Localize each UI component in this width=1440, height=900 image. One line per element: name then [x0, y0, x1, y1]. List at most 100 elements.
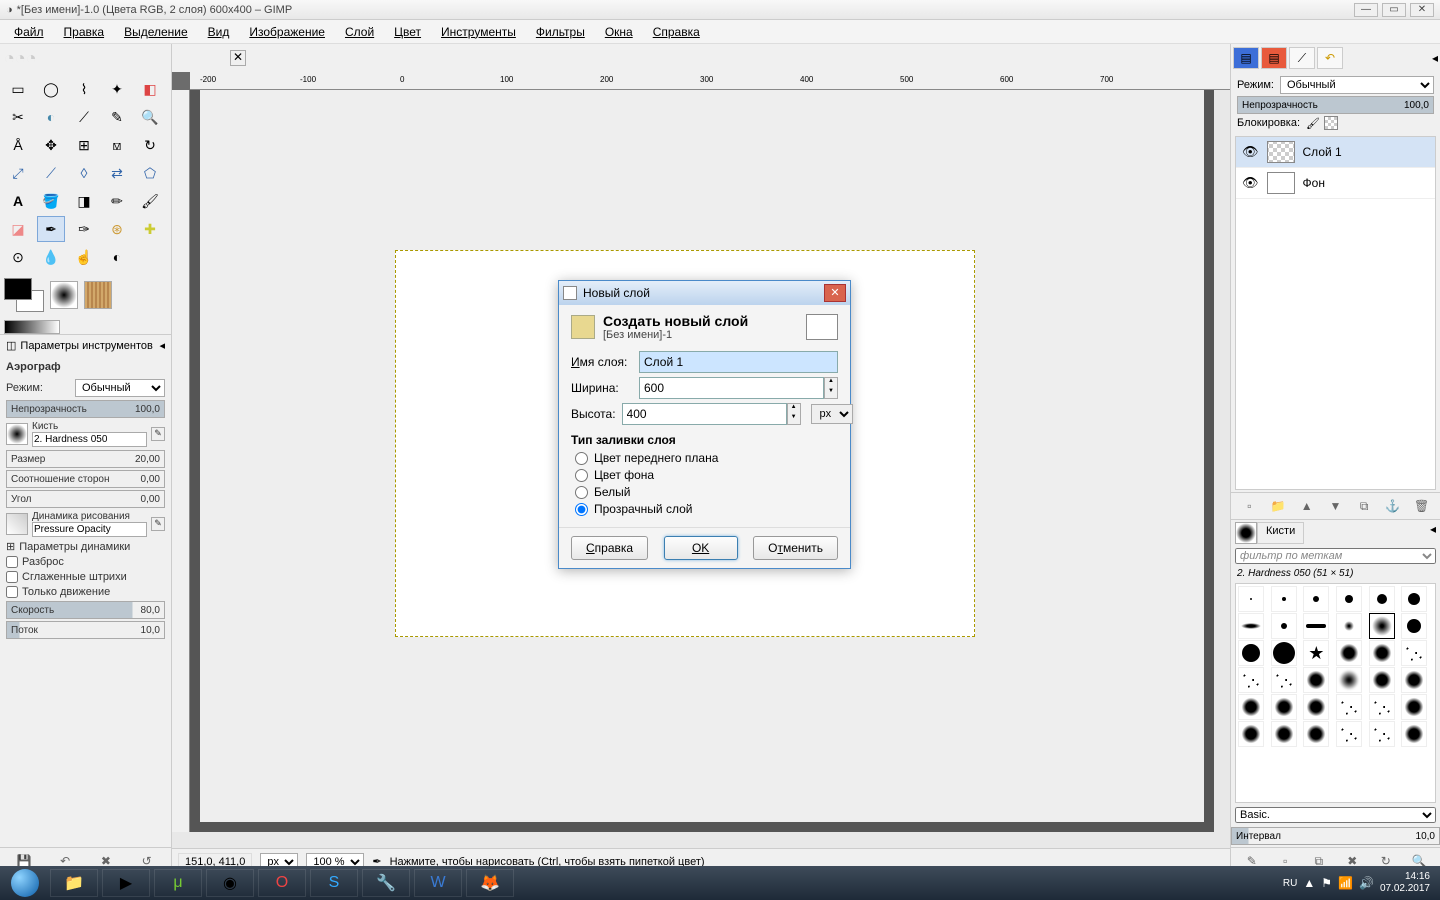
brush-item[interactable] [1336, 640, 1362, 666]
pencil-tool[interactable]: ✏ [103, 188, 131, 214]
brush-item[interactable] [1271, 721, 1297, 747]
layer-opacity-slider[interactable]: Непрозрачность100,0 [1237, 96, 1434, 114]
fill-bg-radio[interactable] [575, 469, 588, 482]
ellipse-select-tool[interactable]: ◯ [37, 76, 65, 102]
brushes-menu-icon[interactable]: ◂ [1430, 522, 1436, 544]
menu-windows[interactable]: Окна [595, 22, 643, 42]
ink-tool[interactable]: ✑ [70, 216, 98, 242]
brush-item[interactable] [1271, 586, 1297, 612]
crop-tool[interactable]: ⟏ [103, 132, 131, 158]
tray-volume-icon[interactable]: 🔊 [1359, 876, 1374, 890]
lock-pixels-icon[interactable]: 🖌 [1306, 117, 1320, 130]
menu-image[interactable]: Изображение [239, 22, 335, 42]
dock-menu-icon[interactable]: ◂ [1432, 51, 1438, 65]
lock-alpha-icon[interactable] [1324, 116, 1338, 130]
dynamics-input[interactable] [32, 522, 147, 537]
help-button[interactable]: Справка [571, 536, 648, 560]
zoom-tool[interactable]: 🔍 [136, 104, 164, 130]
fuzzy-select-tool[interactable]: ✦ [103, 76, 131, 102]
menu-select[interactable]: Выделение [114, 22, 198, 42]
active-gradient-preview[interactable] [4, 320, 60, 334]
task-explorer[interactable]: 📁 [50, 869, 98, 897]
brush-item[interactable] [1271, 613, 1297, 639]
perspective-clone-tool[interactable]: ⊙ [4, 244, 32, 270]
dialog-close-button[interactable]: ✕ [824, 284, 846, 302]
brush-item[interactable] [1401, 667, 1427, 693]
move-tool[interactable]: ✥ [37, 132, 65, 158]
maximize-button[interactable]: ▭ [1382, 3, 1406, 17]
visibility-icon[interactable]: 👁 [1242, 144, 1259, 160]
opacity-slider[interactable]: Непрозрачность100,0 [6, 400, 165, 418]
brush-item[interactable] [1303, 613, 1329, 639]
duplicate-layer-icon[interactable]: ⧉ [1355, 497, 1373, 515]
flip-tool[interactable]: ⇄ [103, 160, 131, 186]
lower-layer-icon[interactable]: ▼ [1326, 497, 1344, 515]
brush-item[interactable] [1369, 640, 1395, 666]
cancel-button[interactable]: Отменить [753, 536, 838, 560]
brush-item[interactable] [1303, 721, 1329, 747]
vertical-scrollbar[interactable] [1214, 90, 1230, 832]
task-opera[interactable]: O [258, 869, 306, 897]
brush-item[interactable] [1336, 694, 1362, 720]
heal-tool[interactable]: ✚ [136, 216, 164, 242]
dynamics-thumb[interactable] [6, 513, 28, 535]
active-brush-preview[interactable] [50, 281, 78, 309]
layer-row-1[interactable]: 👁 Слой 1 [1236, 137, 1435, 168]
tray-flag-icon[interactable]: ▲ [1303, 876, 1315, 890]
anchor-layer-icon[interactable]: ⚓ [1384, 497, 1402, 515]
brush-item[interactable] [1271, 640, 1297, 666]
brush-item[interactable] [1369, 667, 1395, 693]
layer-group-icon[interactable]: 📁 [1269, 497, 1287, 515]
task-app1[interactable]: 🔧 [362, 869, 410, 897]
rate-slider[interactable]: Скорость80,0 [6, 601, 165, 619]
brush-item[interactable] [1401, 640, 1427, 666]
brush-item[interactable] [1238, 667, 1264, 693]
brush-item[interactable] [1238, 586, 1264, 612]
task-utorrent[interactable]: μ [154, 869, 202, 897]
active-pattern-preview[interactable] [84, 281, 112, 309]
smudge-tool[interactable]: ☝ [70, 244, 98, 270]
brush-item[interactable] [1401, 613, 1427, 639]
flow-slider[interactable]: Поток10,0 [6, 621, 165, 639]
close-button[interactable]: ✕ [1410, 3, 1434, 17]
color-picker-tool[interactable]: ✎ [103, 104, 131, 130]
brush-item[interactable] [1336, 586, 1362, 612]
start-button[interactable] [2, 868, 48, 898]
brush-item[interactable] [1271, 667, 1297, 693]
bucket-tool[interactable]: 🪣 [37, 188, 65, 214]
menu-edit[interactable]: Правка [54, 22, 115, 42]
eraser-tool[interactable]: ◪ [4, 216, 32, 242]
tray-lang[interactable]: RU [1283, 878, 1297, 889]
tray-network-icon[interactable]: 📶 [1338, 876, 1353, 890]
minimize-button[interactable]: — [1354, 3, 1378, 17]
perspective-tool[interactable]: ◊ [70, 160, 98, 186]
task-gimp[interactable]: 🦊 [466, 869, 514, 897]
ok-button[interactable]: OK [664, 536, 738, 560]
menu-layer[interactable]: Слой [335, 22, 384, 42]
menu-help[interactable]: Справка [643, 22, 710, 42]
dynamics-edit-icon[interactable]: ✎ [151, 517, 165, 531]
rect-select-tool[interactable]: ▭ [4, 76, 32, 102]
layer-mode-select[interactable]: Обычный [1280, 76, 1434, 94]
tray-clock[interactable]: 14:1607.02.2017 [1380, 871, 1430, 895]
brush-item[interactable] [1303, 586, 1329, 612]
fg-bg-colors[interactable] [4, 278, 44, 312]
brush-item[interactable] [1336, 667, 1362, 693]
brush-item[interactable] [1303, 640, 1329, 666]
free-select-tool[interactable]: ⌇ [70, 76, 98, 102]
brush-item[interactable] [1401, 721, 1427, 747]
fill-fg-radio[interactable] [575, 452, 588, 465]
brushes-tab-icon[interactable] [1235, 522, 1257, 544]
clone-tool[interactable]: ⊛ [103, 216, 131, 242]
rotate-tool[interactable]: ↻ [136, 132, 164, 158]
brush-item[interactable] [1336, 721, 1362, 747]
layer-row-bg[interactable]: 👁 Фон [1236, 168, 1435, 199]
menu-colors[interactable]: Цвет [384, 22, 431, 42]
airbrush-tool[interactable]: ✒ [37, 216, 65, 242]
height-spinner[interactable]: ▲▼ [787, 403, 801, 425]
brush-item[interactable] [1238, 640, 1264, 666]
brush-item[interactable] [1271, 694, 1297, 720]
fill-trans-radio[interactable] [575, 503, 588, 516]
scatter-checkbox[interactable] [6, 556, 18, 568]
width-spinner[interactable]: ▲▼ [824, 377, 838, 399]
